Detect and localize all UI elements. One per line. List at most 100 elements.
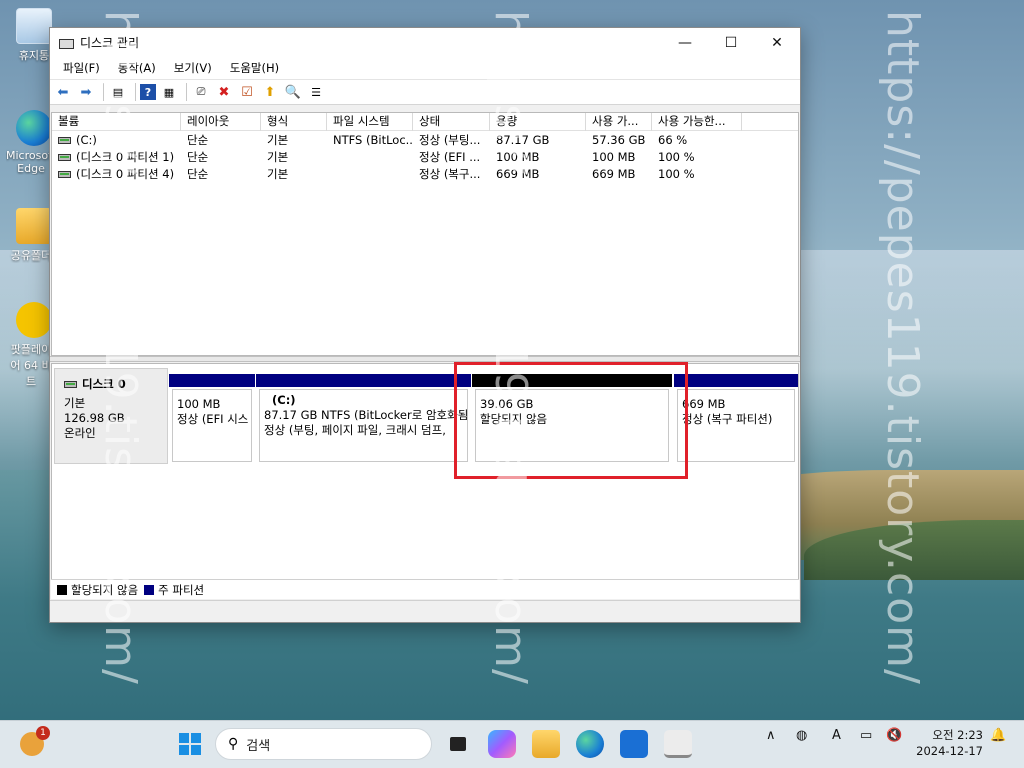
potplayer-icon <box>16 302 52 338</box>
recycle-bin-icon <box>16 8 52 44</box>
task-view-icon[interactable] <box>444 730 472 758</box>
legend-label-primary: 주 파티션 <box>158 582 205 597</box>
status-cell: 정상 (복구... <box>419 166 481 181</box>
title-bar[interactable]: 디스크 관리 — ☐ ✕ <box>50 28 800 57</box>
column-type[interactable]: 형식 <box>261 113 327 131</box>
menu-view[interactable]: 보기(V) <box>165 60 221 76</box>
annotation-highlight-box <box>454 362 688 479</box>
column-free-space[interactable]: 사용 가... <box>586 113 652 131</box>
status-cell: 정상 (부팅... <box>419 132 481 147</box>
legend-label-unallocated: 할당되지 않음 <box>71 582 139 597</box>
disk-name: 디스크 0 <box>82 377 126 391</box>
taskbar-search[interactable]: ⚲ 검색 <box>215 728 432 760</box>
status-bar <box>50 600 800 622</box>
legend: 할당되지 않음 주 파티션 <box>51 579 799 599</box>
toolbar-divider <box>186 83 187 101</box>
status-cell: 정상 (EFI ... <box>419 149 481 164</box>
folder-icon <box>16 208 52 244</box>
type-cell: 기본 <box>267 132 289 147</box>
disk-status: 온라인 <box>64 426 96 440</box>
minimize-button[interactable]: — <box>662 28 708 57</box>
percent-free-cell: 66 % <box>658 132 688 147</box>
toolbar: ⬅ ➡ ▤ ? ▦ ⎚ ✖ ☑ ⬆ 🔍 ☰ <box>50 79 800 105</box>
partition-size: 669 MB <box>682 397 726 411</box>
rescan-icon[interactable]: ☰ <box>306 82 326 102</box>
free-space-cell: 669 MB <box>592 166 636 181</box>
volume-list: 볼륨 레이아웃 형식 파일 시스템 상태 용량 사용 가... 사용 가능한..… <box>51 112 799 356</box>
layout-cell: 단순 <box>187 166 209 181</box>
volume-icon <box>58 153 71 161</box>
search-icon: ⚲ <box>228 736 239 752</box>
column-volume[interactable]: 볼륨 <box>52 113 181 131</box>
edge-icon <box>16 110 52 146</box>
show-hidden-icons-chevron-up-icon[interactable]: ∧ <box>766 728 776 743</box>
partition-status: 정상 (부팅, 페이지 파일, 크래시 덤프, <box>264 423 446 437</box>
partition-status: 정상 (EFI 시스 <box>177 412 249 426</box>
partition-recovery[interactable]: 669 MB 정상 (복구 파티션) <box>674 374 798 462</box>
menu-help[interactable]: 도움말(H) <box>221 60 288 76</box>
column-layout[interactable]: 레이아웃 <box>181 113 261 131</box>
taskbar-clock[interactable]: 오전 2:23 2024-12-17 <box>913 727 983 759</box>
disk-icon <box>64 380 77 388</box>
legend-swatch-unallocated <box>57 584 67 595</box>
free-space-cell: 57.36 GB <box>592 132 646 147</box>
network-globe-icon[interactable]: ◍ <box>796 728 807 743</box>
display-settings-icon[interactable]: ▭ <box>860 728 872 743</box>
column-percent-free[interactable]: 사용 가능한... <box>652 113 742 131</box>
clock-date: 2024-12-17 <box>916 744 983 758</box>
partition-c[interactable]: (C:) 87.17 GB NTFS (BitLocker로 암호화됨 정상 (부팅… <box>256 374 471 462</box>
type-cell: 기본 <box>267 166 289 181</box>
maximize-button[interactable]: ☐ <box>708 28 754 57</box>
volume-cell: (C:) <box>52 133 181 147</box>
copilot-icon[interactable] <box>488 730 516 758</box>
toolbar-divider <box>135 83 136 101</box>
disk-management-icon <box>58 35 74 51</box>
back-arrow-icon[interactable]: ⬅ <box>53 82 73 102</box>
partition-efi[interactable]: 100 MB 정상 (EFI 시스 <box>169 374 255 462</box>
store-icon[interactable] <box>620 730 648 758</box>
checklist-icon[interactable]: ☑ <box>237 82 257 102</box>
edge-taskbar-icon[interactable] <box>576 730 604 758</box>
capacity-cell: 100 MB <box>496 149 540 164</box>
menu-action[interactable]: 동작(A) <box>109 60 165 76</box>
volume-row-partition-1[interactable]: (디스크 0 파티션 1) 단순 기본 정상 (EFI ... 100 MB 1… <box>52 148 798 165</box>
percent-free-cell: 100 % <box>658 166 695 181</box>
disk-management-window: 디스크 관리 — ☐ ✕ 파일(F) 동작(A) 보기(V) 도움말(H) ⬅ … <box>49 27 801 623</box>
file-explorer-icon[interactable] <box>532 730 560 758</box>
column-file-system[interactable]: 파일 시스템 <box>327 113 413 131</box>
disk-management-taskbar-icon[interactable] <box>664 730 692 758</box>
file-system-cell: NTFS (BitLoc... <box>333 132 413 147</box>
start-windows-icon[interactable] <box>176 730 204 758</box>
partition-bar-primary <box>169 374 255 387</box>
help-icon[interactable]: ? <box>140 84 156 100</box>
delete-icon[interactable]: ✖ <box>214 82 234 102</box>
volume-cell: (디스크 0 파티션 1) <box>52 149 181 165</box>
type-cell: 기본 <box>267 149 289 164</box>
close-button[interactable]: ✕ <box>754 28 800 57</box>
search-folder-icon[interactable]: 🔍 <box>283 82 303 102</box>
column-status[interactable]: 상태 <box>413 113 490 131</box>
properties-icon[interactable]: ▦ <box>159 82 179 102</box>
column-capacity[interactable]: 용량 <box>490 113 586 131</box>
legend-swatch-primary <box>144 584 155 595</box>
partition-label: (C:) <box>272 393 296 407</box>
percent-free-cell: 100 % <box>658 149 695 164</box>
notification-bell-icon[interactable]: 🔔 <box>990 728 1006 743</box>
volume-muted-icon[interactable]: 🔇 <box>886 728 902 743</box>
layout-cell: 단순 <box>187 149 209 164</box>
export-icon[interactable]: ⬆ <box>260 82 280 102</box>
partition-bar-primary <box>256 374 471 387</box>
show-hide-tree-icon[interactable]: ▤ <box>108 82 128 102</box>
partition-size: 87.17 GB NTFS (BitLocker로 암호화됨 <box>264 408 468 422</box>
forward-arrow-icon[interactable]: ➡ <box>76 82 96 102</box>
search-input[interactable]: 검색 <box>246 735 270 754</box>
widgets-icon[interactable]: 1 <box>20 726 50 756</box>
free-space-cell: 100 MB <box>592 149 636 164</box>
volume-row-partition-4[interactable]: (디스크 0 파티션 4) 단순 기본 정상 (복구... 669 MB 669… <box>52 165 798 182</box>
menu-file[interactable]: 파일(F) <box>54 60 109 76</box>
volume-row-c[interactable]: (C:) 단순 기본 NTFS (BitLoc... 정상 (부팅... 87.… <box>52 131 798 148</box>
toolbar-divider <box>103 83 104 101</box>
input-method-indicator[interactable]: A <box>832 728 841 743</box>
disk-0-label[interactable]: 디스크 0 기본 126.98 GB 온라인 <box>54 368 168 464</box>
connect-icon[interactable]: ⎚ <box>191 82 211 102</box>
